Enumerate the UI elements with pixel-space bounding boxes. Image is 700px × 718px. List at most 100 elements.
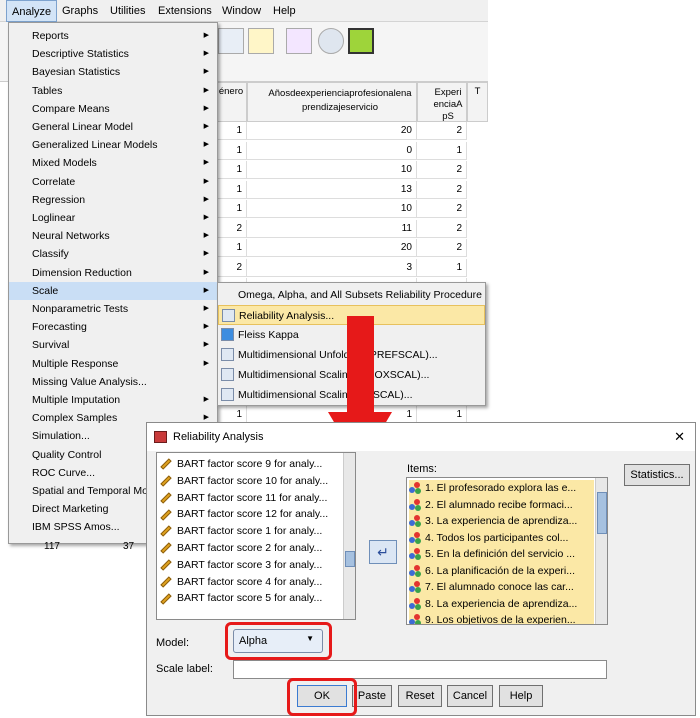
- menu-item[interactable]: Tables ▶: [9, 82, 217, 100]
- column-header-years-experience[interactable]: Añosdeexperienciaprofesionalenaprendizaj…: [247, 82, 417, 122]
- menu-window[interactable]: Window: [217, 0, 266, 22]
- submenu-arrow-icon: ▶: [203, 159, 209, 167]
- scale-label-caption: Scale label:: [156, 663, 213, 675]
- column-header-experiencia-aps[interactable]: ExperienciaApS: [417, 82, 467, 122]
- menu-item[interactable]: Neural Networks ▶: [9, 227, 217, 245]
- items-list-scrollbar[interactable]: [595, 478, 607, 624]
- grid-cell[interactable]: 2: [417, 180, 467, 199]
- statistics-button[interactable]: Statistics...: [624, 464, 690, 486]
- menu-item[interactable]: Regression ▶: [9, 191, 217, 209]
- submenu-arrow-icon: ▶: [203, 141, 209, 149]
- list-item[interactable]: 5. En la definición del servicio ...: [409, 546, 594, 563]
- submenu-arrow-icon: ▶: [203, 232, 209, 240]
- grid-cell[interactable]: 10: [247, 200, 417, 218]
- list-item[interactable]: 8. La experiencia de aprendiza...: [409, 595, 594, 612]
- menu-item[interactable]: Bayesian Statistics ▶: [9, 63, 217, 81]
- list-item[interactable]: 3. La experiencia de aprendiza...: [409, 513, 594, 530]
- help-button[interactable]: Help: [499, 685, 543, 707]
- column-header-genero[interactable]: énero: [215, 82, 247, 122]
- list-item[interactable]: BART factor score 12 for analy...: [160, 506, 328, 523]
- grid-cell[interactable]: 20: [247, 239, 417, 257]
- menu-item[interactable]: Survival ▶: [9, 336, 217, 354]
- submenu-arrow-icon: ▶: [203, 250, 209, 258]
- move-right-button[interactable]: ↵: [369, 540, 397, 564]
- grid-cell[interactable]: 0: [247, 141, 417, 160]
- grid-cell[interactable]: 2: [215, 258, 247, 277]
- menu-item[interactable]: Mixed Models ▶: [9, 154, 217, 172]
- table-icon[interactable]: [248, 28, 274, 54]
- list-item[interactable]: BART factor score 11 for analy...: [160, 490, 327, 507]
- list-item[interactable]: BART factor score 1 for analy...: [160, 523, 322, 540]
- menu-item[interactable]: Loglinear ▶: [9, 209, 217, 227]
- grid-cell[interactable]: 2: [417, 239, 467, 257]
- list-item[interactable]: 7. El alumnado conoce las car...: [409, 579, 594, 596]
- menu-extensions[interactable]: Extensions: [153, 0, 217, 22]
- grid-cell[interactable]: 13: [247, 180, 417, 199]
- grid-cell[interactable]: 2: [417, 161, 467, 179]
- grid-cell[interactable]: 3: [247, 258, 417, 277]
- grid-cell[interactable]: 11: [247, 219, 417, 238]
- list-item[interactable]: BART factor score 5 for analy...: [160, 590, 322, 607]
- list-item[interactable]: BART factor score 4 for analy...: [160, 574, 322, 591]
- grid-cell[interactable]: 20: [247, 122, 417, 140]
- menu-item[interactable]: Compare Means ▶: [9, 100, 217, 118]
- column-header-t[interactable]: T: [467, 82, 488, 122]
- menu-item[interactable]: General Linear Model ▶: [9, 118, 217, 136]
- menu-item[interactable]: Forecasting ▶: [9, 318, 217, 336]
- list-item[interactable]: 4. Todos los participantes col...: [409, 529, 594, 546]
- select-cases-icon[interactable]: [318, 28, 344, 54]
- source-variable-list[interactable]: BART factor score 9 for analy... BART fac…: [156, 452, 356, 620]
- list-item[interactable]: 1. El profesorado explora las e...: [409, 480, 594, 497]
- grid-cell[interactable]: 1: [215, 141, 247, 160]
- cancel-button[interactable]: Cancel: [447, 685, 493, 707]
- menu-item[interactable]: Dimension Reduction ▶: [9, 264, 217, 282]
- list-item[interactable]: 2. El alumnado recibe formaci...: [409, 496, 594, 513]
- grid-cell[interactable]: 2: [215, 219, 247, 238]
- grid-cell[interactable]: 1: [215, 200, 247, 218]
- list-item[interactable]: BART factor score 9 for analy...: [160, 456, 322, 473]
- grid-cell[interactable]: 2: [417, 219, 467, 238]
- grid-cell[interactable]: 1: [215, 239, 247, 257]
- grid-cell[interactable]: 1: [215, 180, 247, 199]
- list-item[interactable]: BART factor score 10 for analy...: [160, 473, 328, 490]
- submenu-item[interactable]: Omega, Alpha, and All Subsets Reliabilit…: [218, 285, 485, 305]
- menu-item[interactable]: Multiple Imputation ▶: [9, 391, 217, 409]
- menu-item[interactable]: Generalized Linear Models ▶: [9, 136, 217, 154]
- close-icon[interactable]: ✕: [674, 423, 685, 451]
- split-file-icon[interactable]: [286, 28, 312, 54]
- list-item-label: BART factor score 2 for analy...: [177, 542, 323, 554]
- grid-cell[interactable]: 10: [247, 161, 417, 179]
- menu-item[interactable]: Reports ▶: [9, 27, 217, 45]
- grid-icon[interactable]: [218, 28, 244, 54]
- plus-icon: [221, 328, 234, 341]
- list-item[interactable]: BART factor score 3 for analy...: [160, 557, 322, 574]
- menu-item[interactable]: Correlate ▶: [9, 173, 217, 191]
- list-item[interactable]: 9. Los objetivos de la experien...: [409, 612, 594, 624]
- grid-cell[interactable]: 1: [417, 258, 467, 277]
- reset-button[interactable]: Reset: [398, 685, 442, 707]
- grid-cell[interactable]: 1: [215, 161, 247, 179]
- scale-label-input[interactable]: [233, 660, 607, 679]
- grid-cell[interactable]: 2: [417, 122, 467, 140]
- list-item-label: 2. El alumnado recibe formaci...: [425, 498, 573, 511]
- menu-item[interactable]: Missing Value Analysis...: [9, 373, 217, 391]
- grid-cell[interactable]: 1: [417, 141, 467, 160]
- list-item[interactable]: BART factor score 2 for analy...: [160, 540, 322, 557]
- menu-item[interactable]: Scale ▶: [9, 281, 217, 300]
- menu-graphs[interactable]: Graphs: [57, 0, 103, 22]
- menu-item[interactable]: Multiple Response ▶: [9, 355, 217, 373]
- menu-item[interactable]: Nonparametric Tests ▶: [9, 300, 217, 318]
- menu-item[interactable]: Classify ▶: [9, 245, 217, 263]
- list-item[interactable]: 6. La planificación de la experi...: [409, 562, 594, 579]
- paste-button[interactable]: Paste: [352, 685, 392, 707]
- grid-cell[interactable]: 1: [215, 122, 247, 140]
- items-list[interactable]: 1. El profesorado explora las e... 2. El …: [406, 477, 608, 625]
- grid-cell[interactable]: 2: [417, 200, 467, 218]
- add-icon[interactable]: [348, 28, 374, 54]
- menu-analyze[interactable]: Analyze: [6, 0, 58, 22]
- menu-utilities[interactable]: Utilities: [105, 0, 150, 22]
- source-list-scrollbar[interactable]: [343, 453, 355, 619]
- submenu-arrow-icon: ▶: [203, 341, 209, 349]
- menu-help[interactable]: Help: [268, 0, 301, 22]
- menu-item[interactable]: Descriptive Statistics ▶: [9, 45, 217, 63]
